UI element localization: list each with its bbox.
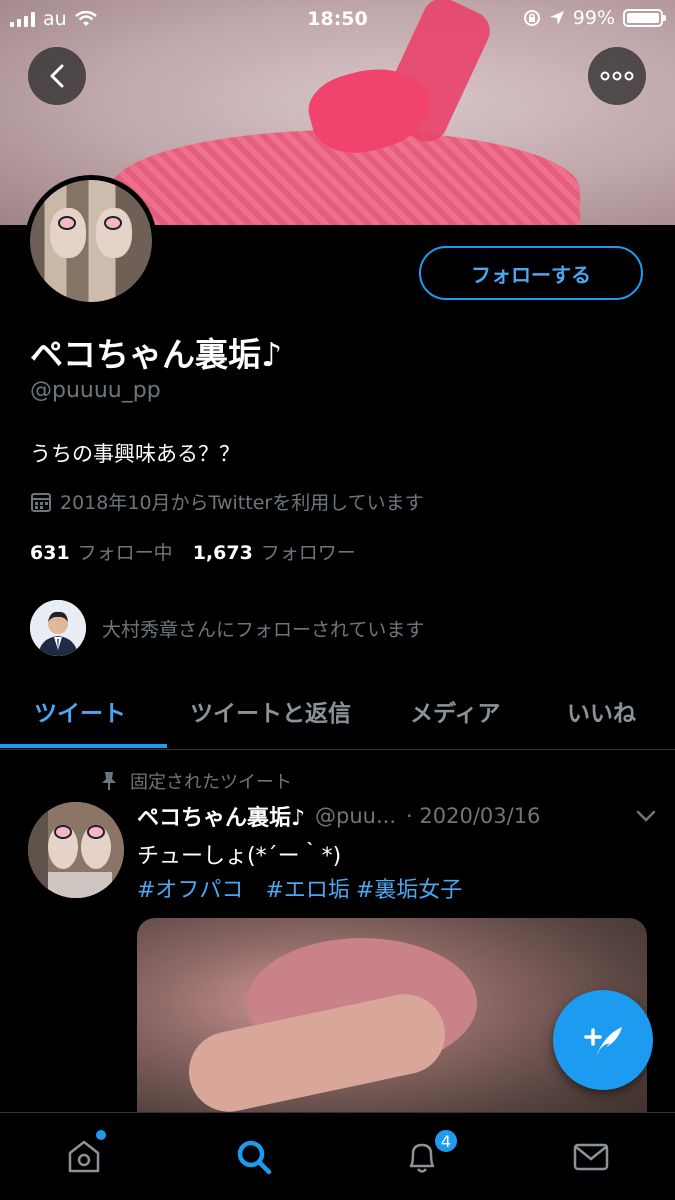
followers-link[interactable]: 1,673 フォロワー [193, 538, 356, 565]
followed-by-text: 大村秀章さんにフォローされています [102, 618, 425, 641]
hashtag-link[interactable]: #オフパコ [137, 872, 243, 904]
messages-tab[interactable] [569, 1135, 613, 1179]
join-date: 2018年10月からTwitterを利用しています [30, 488, 424, 515]
home-tab[interactable] [62, 1135, 106, 1179]
tab-tweets-and-replies[interactable]: ツイートと返信 [190, 694, 351, 728]
mail-icon [573, 1143, 609, 1171]
tweet-author-name[interactable]: ペコちゃん裏垢♪ [137, 800, 305, 832]
tab-media[interactable]: メディア [410, 694, 500, 728]
battery-icon [623, 9, 666, 27]
follow-button[interactable]: フォローする [419, 246, 643, 300]
calendar-icon [31, 492, 51, 512]
avatar-image [30, 180, 152, 302]
follower-avatar [30, 600, 86, 656]
compose-tweet-button[interactable] [553, 990, 653, 1090]
more-button[interactable] [588, 47, 646, 105]
search-tab[interactable] [232, 1135, 276, 1179]
username: @puuuu_pp [30, 378, 161, 403]
followers-label: フォロワー [260, 542, 356, 564]
following-count: 631 [30, 542, 70, 564]
tweet-author-handle[interactable]: @puu... [315, 804, 396, 828]
home-icon [68, 1140, 100, 1173]
tweet-date[interactable]: · 2020/03/16 [406, 804, 540, 828]
pinned-text: 固定されたツイート [130, 772, 292, 793]
more-icon [600, 71, 634, 81]
follow-counts: 631 フォロー中 1,673 フォロワー [30, 538, 356, 565]
display-name: ペコちゃん裏垢♪ [30, 335, 283, 374]
tweet-header: ペコちゃん裏垢♪ @puu... · 2020/03/16 [137, 800, 657, 832]
location-icon [549, 11, 564, 25]
hashtag-link[interactable]: #エロ垢 [265, 872, 349, 904]
status-bar: au 18:50 99% [0, 0, 675, 38]
chevron-down-icon[interactable] [635, 809, 657, 823]
notification-badge: 4 [433, 1128, 459, 1154]
tab-tweets[interactable]: ツイート [34, 694, 126, 728]
tweet-hashtags: #オフパコ #エロ垢 #裏垢女子 [137, 872, 462, 904]
tweet-text: チューしょ(*´ー｀*) [137, 844, 342, 869]
pin-icon [102, 772, 116, 790]
back-icon [50, 64, 64, 88]
status-right: 99% [523, 7, 666, 29]
followers-count: 1,673 [192, 542, 253, 564]
battery-percent: 99% [572, 7, 615, 29]
join-date-text: 2018年10月からTwitterを利用しています [60, 492, 424, 514]
profile-tabs: ツイート ツイートと返信 メディア いいね [0, 680, 675, 750]
following-label: フォロー中 [77, 542, 173, 564]
bio: うちの事興味ある？？ [30, 442, 240, 466]
tab-likes[interactable]: いいね [567, 694, 636, 728]
following-link[interactable]: 631 フォロー中 [30, 538, 173, 565]
followed-by[interactable]: 大村秀章さんにフォローされています [30, 600, 424, 656]
active-tab-indicator [0, 744, 167, 748]
search-icon [237, 1140, 272, 1175]
back-button[interactable] [28, 47, 86, 105]
home-new-indicator [96, 1130, 106, 1140]
pinned-label: 固定されたツイート [100, 768, 292, 794]
compose-icon [584, 1027, 622, 1057]
hashtag-link[interactable]: #裏垢女子 [356, 872, 462, 904]
rotation-lock-icon [523, 10, 540, 26]
profile-avatar[interactable] [25, 175, 157, 307]
bottom-tab-bar [0, 1112, 675, 1200]
tweet-avatar[interactable] [28, 802, 124, 898]
